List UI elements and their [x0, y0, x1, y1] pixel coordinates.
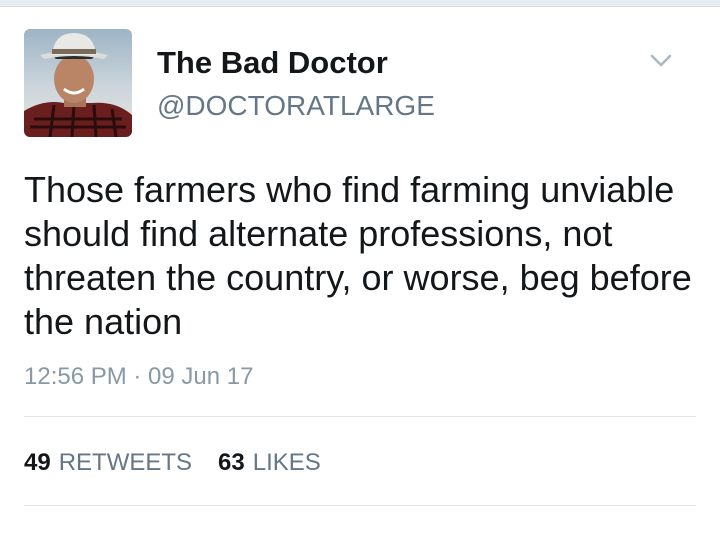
tweet-timestamp[interactable]: 12:56 PM · 09 Jun 17: [24, 361, 253, 393]
retweets-count: 49: [24, 449, 51, 476]
retweets-stat[interactable]: 49 RETWEETS: [24, 447, 192, 479]
avatar-photo: [24, 29, 132, 137]
retweets-label: RETWEETS: [58, 449, 193, 476]
divider: [24, 416, 696, 417]
tweet-text: Those farmers who find farming unviable …: [24, 169, 692, 342]
chevron-down-icon[interactable]: [646, 46, 676, 76]
tweet-stats: 49 RETWEETS 63 LIKES: [24, 447, 347, 479]
likes-count: 63: [218, 449, 245, 476]
avatar[interactable]: [24, 29, 132, 137]
user-handle[interactable]: @DOCTORATLARGE: [157, 88, 435, 124]
divider: [24, 505, 696, 506]
likes-stat[interactable]: 63 LIKES: [218, 447, 321, 479]
display-name[interactable]: The Bad Doctor: [157, 44, 388, 82]
likes-label: LIKES: [252, 449, 321, 476]
tweet-card: The Bad Doctor @DOCTORATLARGE Those farm…: [0, 0, 720, 537]
top-divider: [0, 0, 720, 7]
